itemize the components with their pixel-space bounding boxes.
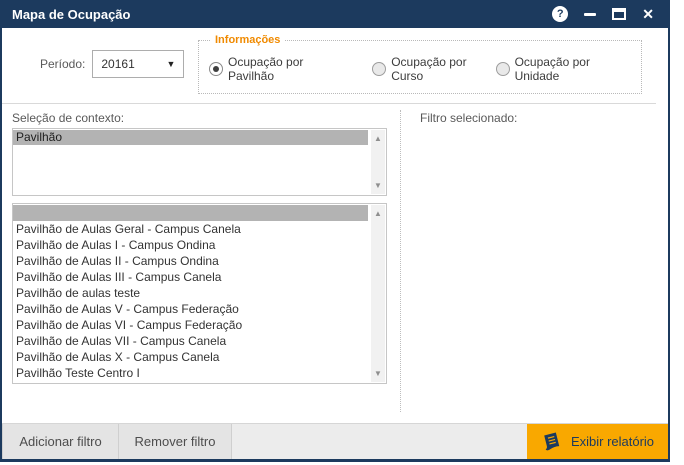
window-title: Mapa de Ocupação	[12, 6, 131, 22]
list-item[interactable]: Pavilhão de Aulas X - Campus Canela	[13, 349, 368, 365]
scroll-down-icon[interactable]: ▼	[371, 181, 385, 190]
minimize-icon[interactable]	[584, 12, 597, 16]
list-item[interactable]: Pavilhão de Aulas VI - Campus Federação	[13, 317, 368, 333]
list-item[interactable]: Pavilhão de aulas teste	[13, 285, 368, 301]
radio-option[interactable]: Ocupação por Unidade	[495, 55, 631, 83]
radio-icon	[495, 62, 510, 76]
list-item[interactable]: Pavilhão de Aulas VII - Campus Canela	[13, 333, 368, 349]
radio-icon	[209, 62, 223, 76]
pavilions-listbox[interactable]: Pavilhão de Aulas Geral - Campus Canela …	[12, 203, 387, 384]
close-icon[interactable]: ✕	[642, 7, 654, 21]
show-report-label: Exibir relatório	[570, 434, 655, 449]
list-item[interactable]: Pavilhão de Aulas I - Campus Ondina	[13, 237, 368, 253]
restore-icon[interactable]	[612, 8, 627, 20]
context-type-listbox[interactable]: Pavilhão ▲ ▼	[12, 128, 387, 196]
list-item[interactable]: Pavilhão	[13, 130, 368, 145]
period-label: Período:	[40, 57, 86, 71]
report-type-radios: Ocupação por Pavilhão Ocupação por Curso…	[209, 55, 631, 83]
help-icon[interactable]: ?	[552, 6, 569, 22]
radio-label: Ocupação por Unidade	[514, 55, 590, 83]
informacoes-legend: Informações	[215, 34, 281, 46]
remove-filter-button[interactable]: Remover filtro	[119, 424, 232, 459]
scrollbar[interactable]: ▲ ▼	[369, 205, 385, 382]
radio-option[interactable]: Ocupação por Pavilhão	[209, 55, 340, 83]
scroll-up-icon[interactable]: ▲	[371, 134, 385, 143]
period-value: 20161	[101, 57, 135, 71]
radio-icon	[372, 62, 387, 76]
vertical-separator	[400, 110, 401, 412]
list-item[interactable]	[13, 205, 368, 221]
list-item[interactable]: Pavilhão de Aulas V - Campus Federação	[13, 301, 368, 317]
period-select[interactable]: 20161 ▼	[92, 50, 185, 78]
radio-label: Ocupação por Pavilhão	[228, 55, 304, 83]
report-document-icon	[544, 432, 560, 450]
context-selection-label: Seleção de contexto:	[12, 111, 125, 125]
main-section: Seleção de contexto: Filtro selecionado:…	[2, 104, 668, 423]
list-item[interactable]: Pavilhão de Aulas II - Campus Ondina	[13, 253, 368, 269]
list-item[interactable]: Pavilhão de Aulas Geral - Campus Canela	[13, 221, 368, 237]
list-item[interactable]: Pavilhão de Aulas III - Campus Canela	[13, 269, 368, 285]
informacoes-fieldset: Informações Ocupação por Pavilhão Ocupaç…	[198, 34, 642, 94]
footer-bar: Adicionar filtro Remover filtro Exibir r…	[2, 423, 668, 459]
radio-label: Ocupação por Curso	[391, 55, 467, 83]
mapa-ocupacao-dialog: Mapa de Ocupação ? ✕ Período: 20161 ▼ In…	[0, 0, 670, 462]
scroll-up-icon[interactable]: ▲	[371, 209, 385, 218]
chevron-down-icon: ▼	[166, 59, 176, 69]
scroll-down-icon[interactable]: ▼	[371, 369, 385, 378]
title-bar: Mapa de Ocupação ? ✕	[2, 0, 668, 28]
show-report-button[interactable]: Exibir relatório	[527, 424, 668, 459]
header-section: Período: 20161 ▼ Informações Ocupação po…	[2, 28, 656, 104]
scrollbar[interactable]: ▲ ▼	[369, 130, 385, 194]
add-filter-button[interactable]: Adicionar filtro	[2, 424, 119, 459]
radio-option[interactable]: Ocupação por Curso	[372, 55, 495, 83]
list-item[interactable]: Pavilhão Teste Centro I	[13, 365, 368, 381]
selected-filter-label: Filtro selecionado:	[420, 111, 518, 125]
